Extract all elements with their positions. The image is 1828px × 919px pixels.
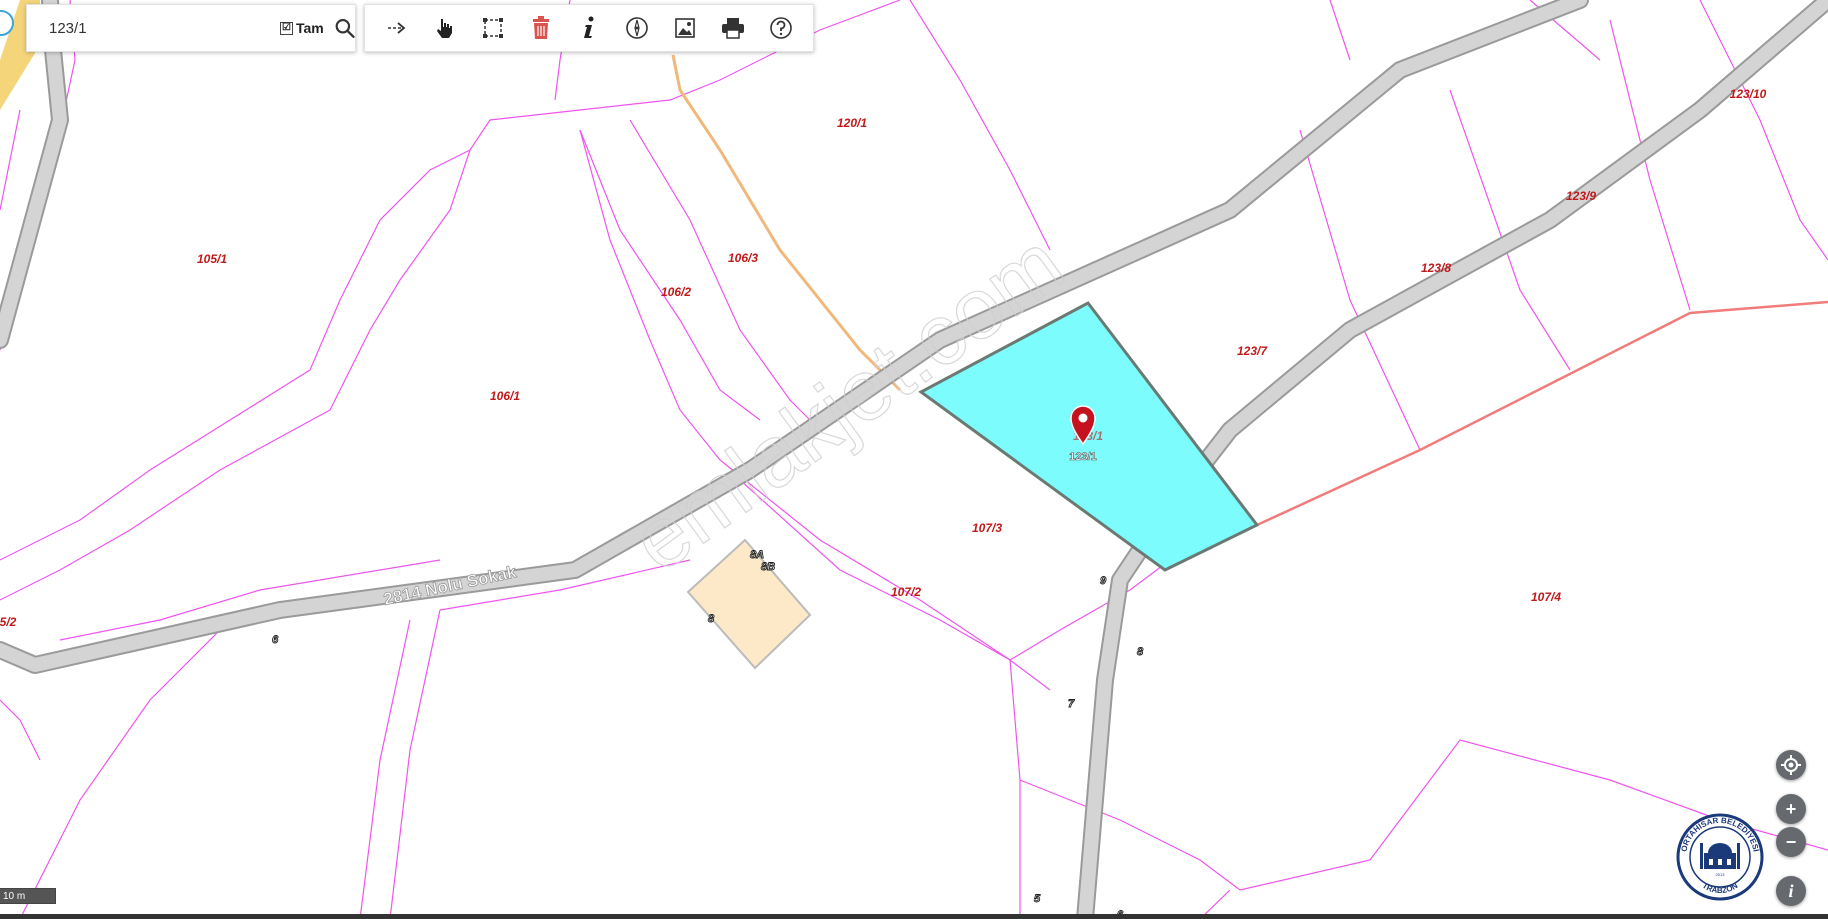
info-button[interactable]: i: [1776, 876, 1806, 906]
search-input[interactable]: [47, 18, 250, 38]
zoom-in-button[interactable]: +: [1776, 794, 1806, 824]
info-icon[interactable]: [575, 14, 603, 42]
help-icon[interactable]: [767, 14, 795, 42]
municipality-logo: ORTAHİSAR BELEDİYESİ TRABZON 2013: [1676, 813, 1764, 901]
parcel-label: 106/1: [490, 389, 520, 403]
parcel-label: 123/7: [1237, 344, 1268, 358]
arrow-icon[interactable]: [383, 14, 411, 42]
parcel-label: 105/1: [197, 252, 227, 266]
door-number: 8B: [761, 561, 775, 573]
parcel-label: 120/1: [837, 116, 867, 130]
exact-match-checkbox[interactable]: ☑: [280, 21, 293, 35]
hand-icon[interactable]: [431, 14, 459, 42]
parcel-label: 107/2: [891, 585, 921, 599]
parcel-label: 5/2: [0, 615, 17, 629]
parcel-label: 123/8: [1421, 261, 1451, 275]
search-icon[interactable]: [334, 16, 355, 40]
search-panel: ☑ Tam: [26, 4, 356, 52]
door-number: 8A: [750, 549, 764, 561]
door-number: 9: [1100, 575, 1107, 587]
parcel-label: 123/10: [1730, 87, 1767, 101]
exact-match-label: Tam: [296, 20, 324, 36]
map-toolbar: [364, 4, 814, 52]
trash-icon[interactable]: [527, 14, 555, 42]
door-number: 8: [1137, 646, 1144, 658]
door-number: 5: [1034, 893, 1041, 905]
locate-icon[interactable]: [1776, 750, 1806, 780]
door-number: 6: [272, 634, 279, 646]
select-area-icon[interactable]: [479, 14, 507, 42]
parcel-label: 107/3: [972, 521, 1002, 535]
parcel-label: 106/3: [728, 251, 758, 265]
scale-bar: 10 m: [0, 888, 56, 904]
print-icon[interactable]: [719, 14, 747, 42]
door-number: 7: [1068, 698, 1075, 710]
cadastral-map[interactable]: emlakjet.com 2814 Nolu Sokak 120/1 105/1…: [0, 0, 1828, 919]
marker-label: 123/1: [1069, 451, 1097, 463]
parcel-label: 123/9: [1566, 189, 1596, 203]
parcel-label: 107/4: [1531, 590, 1561, 604]
bottom-border: [0, 914, 1828, 919]
parcel-label: 106/2: [661, 285, 691, 299]
image-icon[interactable]: [671, 14, 699, 42]
zoom-out-button[interactable]: −: [1776, 827, 1806, 857]
door-number: 8: [708, 613, 715, 625]
compass-icon[interactable]: [623, 14, 651, 42]
logo-year: 2013: [1716, 872, 1726, 877]
exact-match-option[interactable]: ☑ Tam: [280, 20, 324, 36]
